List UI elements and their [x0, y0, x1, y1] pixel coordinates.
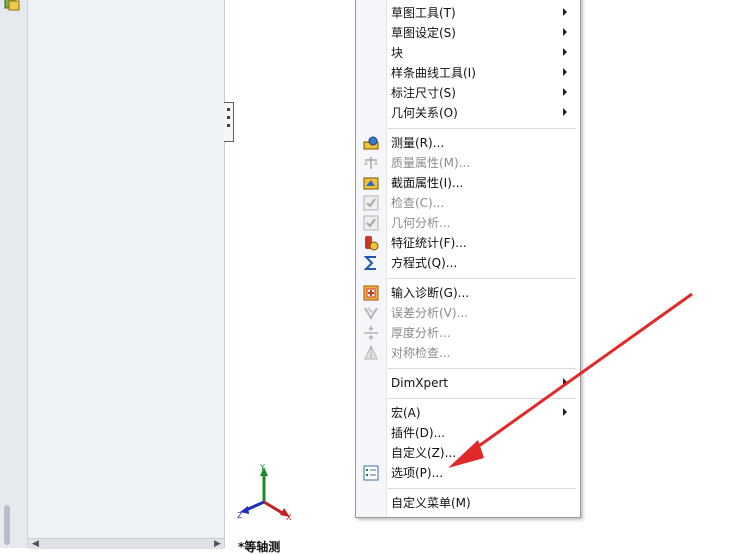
- left-scrollbar-thumb[interactable]: [4, 505, 10, 545]
- geometry-analysis-icon: [363, 215, 379, 231]
- feature-manager-pane: [28, 0, 225, 548]
- submenu-arrow-icon: [563, 28, 567, 36]
- options-icon: [363, 465, 379, 481]
- menu-item-label: 检查(C)...: [391, 196, 445, 210]
- check-icon: [363, 195, 379, 211]
- deviation-analysis-icon: [364, 307, 378, 320]
- menu-separator: [388, 128, 576, 129]
- menu-item-blocks[interactable]: 块: [356, 43, 580, 63]
- submenu-arrow-icon: [563, 48, 567, 56]
- annotation-arrow-icon: [448, 292, 693, 468]
- menu-item-label: 草图工具(T): [391, 6, 456, 20]
- menu-item-label: 方程式(Q)...: [391, 256, 458, 270]
- triad-x-label: X: [286, 513, 292, 522]
- menu-item-label: 选项(P)...: [391, 466, 444, 480]
- sigma-icon: [363, 256, 376, 270]
- submenu-arrow-icon: [563, 108, 567, 116]
- menu-separator: [388, 278, 576, 279]
- menu-item-label: 几何关系(O): [391, 106, 458, 120]
- menu-separator: [388, 488, 576, 489]
- horizontal-scrollbar[interactable]: ◀ ▶: [28, 538, 224, 549]
- menu-item-customize-menu[interactable]: 自定义菜单(M): [356, 493, 580, 513]
- symmetry-check-icon: [364, 345, 378, 360]
- panel-collapse-handle[interactable]: [224, 102, 234, 142]
- feature-statistics-icon: [365, 236, 379, 251]
- scale-icon: [364, 157, 378, 169]
- menu-item-label: 自定义菜单(M): [391, 496, 471, 510]
- menu-item-label: 样条曲线工具(I): [391, 66, 476, 80]
- view-orientation-label: *等轴测: [238, 540, 281, 554]
- submenu-arrow-icon: [563, 68, 567, 76]
- menu-item-label: 测量(R)...: [391, 136, 445, 150]
- menu-item-label: 插件(D)...: [391, 426, 446, 440]
- menu-item-relations[interactable]: 几何关系(O): [356, 103, 580, 123]
- menu-item-label: 块: [391, 46, 404, 60]
- section-properties-icon: [363, 177, 379, 190]
- measure-icon: [363, 136, 379, 150]
- left-icon-strip: [0, 0, 28, 548]
- menu-item-label: 标注尺寸(S): [391, 86, 456, 100]
- menu-item-label: 草图设定(S): [391, 26, 456, 40]
- triad-z-label: Z: [237, 511, 243, 520]
- menu-item-geometry-analysis: 几何分析...: [356, 213, 580, 233]
- menu-item-feature-statistics[interactable]: 特征统计(F)...: [356, 233, 580, 253]
- assembly-icon[interactable]: [3, 0, 21, 12]
- menu-item-label: 特征统计(F)...: [391, 236, 467, 250]
- menu-item-dimensions[interactable]: 标注尺寸(S): [356, 83, 580, 103]
- triad-y-label: Y: [259, 463, 265, 472]
- menu-item-sketch-tools[interactable]: 草图工具(T): [356, 3, 580, 23]
- menu-item-mass-properties: 质量属性(M)...: [356, 153, 580, 173]
- import-diagnostics-icon: [363, 285, 379, 301]
- menu-item-check: 检查(C)...: [356, 193, 580, 213]
- submenu-arrow-icon: [563, 8, 567, 16]
- coordinate-triad: Y X Z: [237, 463, 292, 522]
- menu-item-label: 几何分析...: [391, 216, 451, 230]
- menu-item-section-properties[interactable]: 截面属性(I)...: [356, 173, 580, 193]
- submenu-arrow-icon: [563, 88, 567, 96]
- menu-item-measure[interactable]: 测量(R)...: [356, 133, 580, 153]
- menu-item-label: 宏(A): [391, 406, 421, 420]
- menu-item-label: 质量属性(M)...: [391, 156, 471, 170]
- menu-item-spline-tools[interactable]: 样条曲线工具(I): [356, 63, 580, 83]
- thickness-analysis-icon: [364, 326, 378, 340]
- menu-item-equations[interactable]: 方程式(Q)...: [356, 253, 580, 273]
- menu-item-label: 截面属性(I)...: [391, 176, 464, 190]
- menu-item-sketch-settings[interactable]: 草图设定(S): [356, 23, 580, 43]
